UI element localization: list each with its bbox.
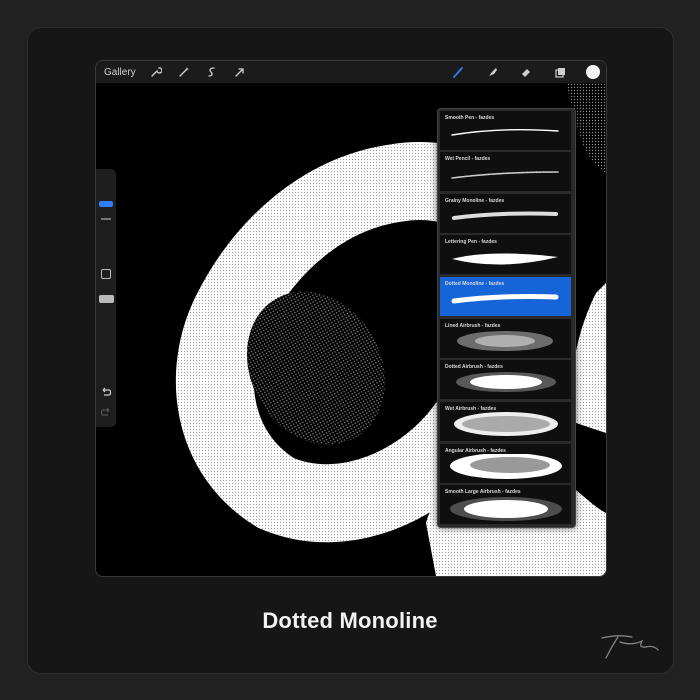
brush-stroke-preview <box>452 253 558 265</box>
brush-icon[interactable] <box>450 64 466 80</box>
brush-item-lined-airbrush[interactable]: Lined Airbrush - fazdes <box>440 319 571 359</box>
artist-signature <box>601 635 659 659</box>
redo-icon[interactable] <box>100 407 112 417</box>
undo-icon[interactable] <box>100 387 112 397</box>
brush-stroke-preview <box>451 294 559 304</box>
caption-title: Dotted Monoline <box>262 608 438 633</box>
brush-item-smooth-pen[interactable]: Smooth Pen - fazdes <box>440 111 571 151</box>
procreate-window: Gallery Smooth Pen - fazdes Wet Pencil -… <box>95 60 607 577</box>
stroke-fragment <box>572 283 606 433</box>
brush-stroke-preview <box>452 211 558 220</box>
color-picker-button[interactable] <box>586 65 600 79</box>
brush-stroke-preview <box>457 331 553 351</box>
brush-item-grainy-monoline[interactable]: Grainy Monoline - fazdes <box>440 194 571 234</box>
gallery-button[interactable]: Gallery <box>104 67 136 78</box>
smudge-icon[interactable] <box>484 64 500 80</box>
brush-item-dotted-airbrush[interactable]: Dotted Airbrush - fazdes <box>440 360 571 400</box>
brush-size-slider[interactable] <box>99 201 113 207</box>
selection-icon[interactable] <box>204 64 220 80</box>
left-sidebar <box>96 169 116 427</box>
brush-stroke-preview <box>454 412 558 436</box>
brush-stroke-preview <box>451 171 559 179</box>
brush-item-lettering-pen[interactable]: Lettering Pen - fazdes <box>440 235 571 275</box>
brush-library-panel: Smooth Pen - fazdes Wet Pencil - fazdes … <box>437 108 576 528</box>
brush-item-smooth-large-airbrush[interactable]: Smooth Large Airbrush - fazdes <box>440 485 571 525</box>
brush-item-wet-pencil[interactable]: Wet Pencil - fazdes <box>440 152 571 192</box>
brush-stroke-preview <box>450 497 562 521</box>
size-tick <box>101 218 111 220</box>
brush-stroke-preview <box>451 128 559 136</box>
transform-arrow-icon[interactable] <box>232 64 248 80</box>
brush-item-wet-airbrush[interactable]: Wet Airbrush - fazdes <box>440 402 571 442</box>
brush-item-dotted-monoline[interactable]: Dotted Monoline - fazdes <box>440 277 571 317</box>
opacity-slider[interactable] <box>99 295 114 303</box>
wrench-icon[interactable] <box>148 64 164 80</box>
brush-item-angular-airbrush[interactable]: Angular Airbrush - fazdes <box>440 444 571 484</box>
brush-stroke-preview <box>456 372 556 392</box>
magic-wand-icon[interactable] <box>176 64 192 80</box>
eraser-icon[interactable] <box>518 64 534 80</box>
top-toolbar: Gallery <box>96 61 606 83</box>
brush-stroke-preview <box>450 454 562 479</box>
layers-icon[interactable] <box>552 64 568 80</box>
modify-button[interactable] <box>101 269 111 279</box>
